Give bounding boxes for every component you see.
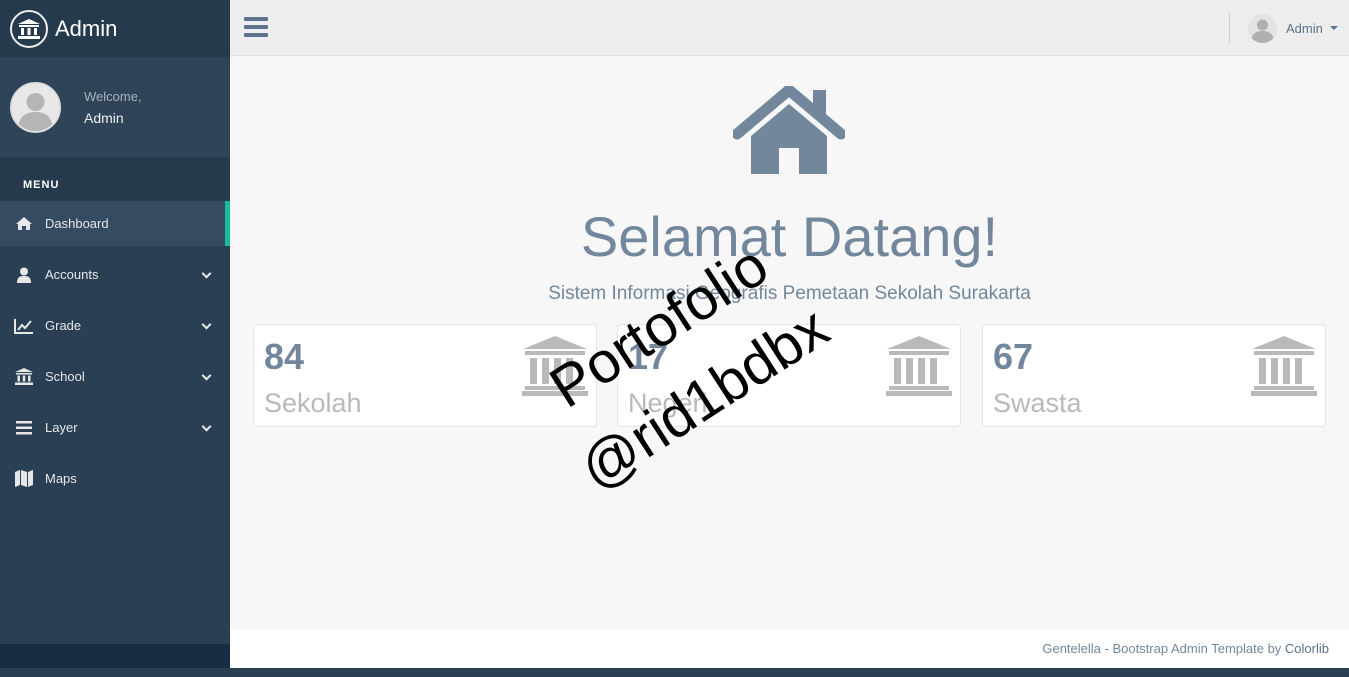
home-icon bbox=[14, 215, 34, 233]
sidebar-item-grade[interactable]: Grade bbox=[0, 300, 230, 351]
top-nav: Admin bbox=[230, 0, 1349, 56]
user-icon bbox=[14, 266, 34, 284]
stat-count: 17 bbox=[628, 336, 669, 377]
footer-link[interactable]: Colorlib bbox=[1285, 641, 1329, 656]
sidebar-item-label: Accounts bbox=[45, 267, 99, 282]
home-icon bbox=[731, 82, 847, 181]
stat-count: 67 bbox=[993, 336, 1034, 377]
sidebar-item-label: School bbox=[45, 369, 85, 384]
profile: Welcome, Admin bbox=[0, 57, 230, 157]
stat-card-swasta: 67 Swasta bbox=[982, 324, 1326, 427]
welcome-subtitle: Sistem Informasi Geografis Pemetaan Seko… bbox=[548, 283, 1031, 304]
chevron-down-icon bbox=[201, 268, 212, 279]
bars-icon bbox=[14, 419, 34, 437]
avatar bbox=[10, 81, 61, 133]
chevron-down-icon bbox=[201, 319, 212, 330]
bank-icon bbox=[10, 9, 48, 48]
footer-credit: Gentelella - Bootstrap Admin Template by… bbox=[1042, 641, 1329, 656]
sidebar-item-label: Dashboard bbox=[45, 216, 109, 231]
bottom-bar bbox=[0, 668, 1349, 677]
stat-label: Negeri bbox=[628, 388, 708, 418]
chevron-down-icon bbox=[201, 421, 212, 432]
stat-label: Sekolah bbox=[264, 388, 362, 418]
footer: Gentelella - Bootstrap Admin Template by… bbox=[230, 629, 1349, 668]
sidebar-item-accounts[interactable]: Accounts bbox=[0, 249, 230, 300]
user-name: Admin bbox=[1286, 20, 1323, 36]
line-chart-icon bbox=[14, 317, 34, 335]
footer-text: Gentelella - Bootstrap Admin Template by bbox=[1042, 641, 1285, 656]
map-icon bbox=[14, 470, 34, 488]
sidebar-item-school[interactable]: School bbox=[0, 351, 230, 402]
nav-divider bbox=[1229, 13, 1230, 43]
welcome-text: Welcome, bbox=[84, 88, 142, 104]
bank-icon bbox=[1251, 335, 1317, 402]
stat-count: 84 bbox=[264, 336, 305, 377]
sidebar-item-dashboard[interactable]: Dashboard bbox=[0, 201, 230, 246]
caret-down-icon bbox=[1329, 26, 1338, 30]
bank-icon bbox=[14, 368, 34, 386]
sidebar: Admin Welcome, Admin MENU Dashboard Acco… bbox=[0, 0, 230, 668]
sidebar-item-layer[interactable]: Layer bbox=[0, 402, 230, 453]
stat-card-sekolah: 84 Sekolah bbox=[253, 324, 597, 427]
sidebar-footer bbox=[0, 644, 230, 668]
chevron-down-icon bbox=[201, 370, 212, 381]
sidebar-item-maps[interactable]: Maps bbox=[0, 453, 230, 504]
sidebar-item-label: Layer bbox=[45, 420, 78, 435]
avatar bbox=[1248, 13, 1277, 43]
menu-toggle-icon[interactable] bbox=[244, 17, 268, 37]
welcome-title: Selamat Datang! bbox=[580, 205, 999, 268]
sidebar-item-label: Maps bbox=[45, 471, 77, 486]
bank-icon bbox=[886, 335, 952, 402]
stat-card-negeri: 17 Negeri bbox=[617, 324, 961, 427]
sidebar-item-label: Grade bbox=[45, 318, 82, 333]
side-menu: Dashboard Accounts Grade School Layer Ma… bbox=[0, 201, 230, 504]
profile-name: Admin bbox=[84, 109, 124, 126]
stat-label: Swasta bbox=[993, 388, 1082, 418]
bank-icon bbox=[522, 335, 588, 402]
menu-section-title: MENU bbox=[0, 157, 230, 201]
user-dropdown[interactable]: Admin bbox=[1248, 13, 1338, 43]
brand[interactable]: Admin bbox=[0, 0, 230, 57]
brand-title: Admin bbox=[55, 15, 118, 41]
main-content: Selamat Datang! Sistem Informasi Geograf… bbox=[230, 56, 1349, 629]
